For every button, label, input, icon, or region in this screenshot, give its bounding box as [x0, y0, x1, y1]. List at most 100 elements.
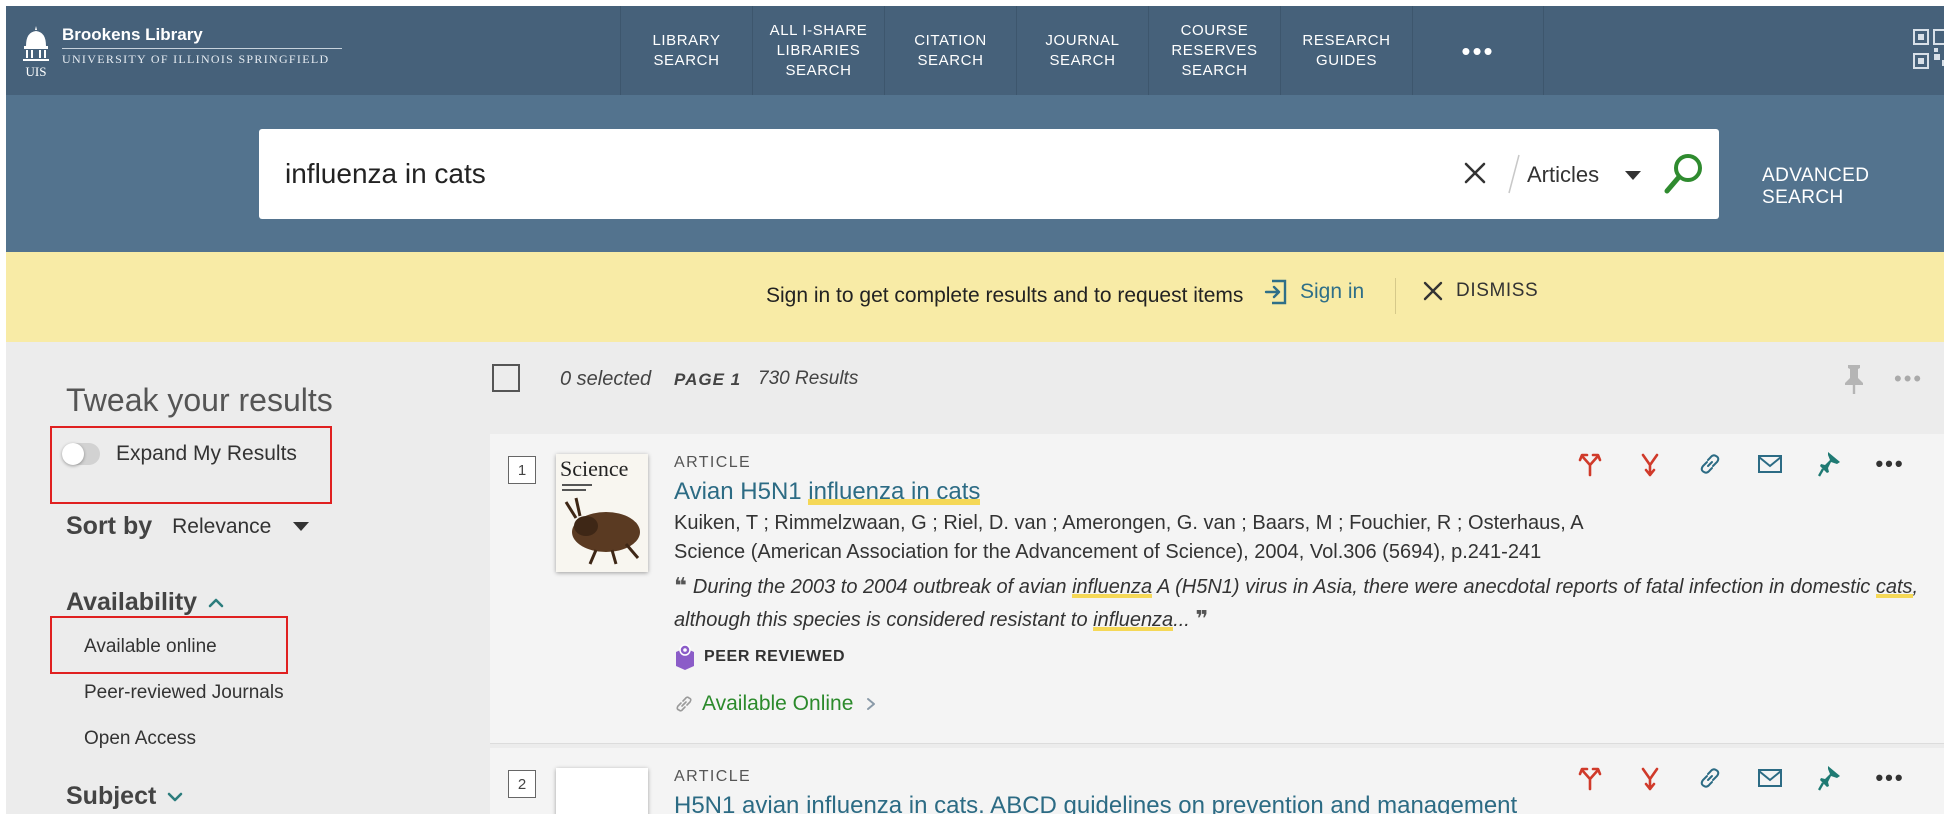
result-more-button[interactable]: ••• — [1860, 448, 1920, 480]
nav-journal-search[interactable]: JOURNAL SEARCH — [1016, 6, 1148, 95]
abstract-highlight: influenza — [1072, 576, 1153, 598]
results-toolbar: 0 selected PAGE 1 730 Results ••• — [484, 342, 1944, 412]
cover-title: Science — [560, 456, 628, 481]
abstract-highlight: influenza — [1093, 609, 1174, 631]
nav-library-search[interactable]: LIBRARY SEARCH — [620, 6, 752, 95]
clear-search-icon[interactable] — [1455, 153, 1495, 193]
sidebar-title: Tweak your results — [66, 382, 333, 418]
result-more-button[interactable]: ••• — [1860, 762, 1920, 794]
logo-mark-text: UIS — [26, 64, 47, 78]
facets-sidebar: Tweak your results Expand My Results Sor… — [6, 342, 484, 814]
abstract-text: During the 2003 to 2004 outbreak of avia… — [692, 576, 1073, 598]
sort-by-label: Sort by — [66, 512, 153, 540]
result-abstract: ❝ During the 2003 to 2004 outbreak of avi… — [674, 570, 1924, 636]
result-title-link[interactable]: Avian H5N1 influenza in cats — [674, 478, 1924, 506]
abstract-highlight: cats — [1875, 576, 1913, 598]
sign-in-icon — [1264, 279, 1287, 305]
email-icon — [1758, 455, 1782, 473]
nav-citation-search[interactable]: CITATION SEARCH — [884, 6, 1016, 95]
sort-by-dropdown[interactable]: Relevance — [172, 515, 271, 539]
search-divider — [1508, 154, 1520, 194]
banner-message: Sign in to get complete results and to r… — [766, 284, 1244, 307]
result-actions: ••• — [1560, 448, 1920, 480]
pin-icon — [1818, 766, 1840, 791]
pin-button[interactable] — [1800, 448, 1860, 480]
peer-reviewed-badge: PEER REVIEWED — [674, 644, 1924, 670]
citing-button[interactable] — [1620, 762, 1680, 794]
open-quote-icon: ❝ — [674, 573, 687, 598]
nav-more-button[interactable]: ••• — [1412, 6, 1544, 95]
facet-peer-reviewed-journals[interactable]: Peer-reviewed Journals — [84, 682, 284, 704]
subject-label: Subject — [66, 782, 157, 810]
chevron-down-icon — [167, 792, 183, 801]
email-icon — [1758, 769, 1782, 787]
top-navigation-bar: UIS Brookens Library UNIVERSITY OF ILLIN… — [6, 6, 1944, 95]
chevron-down-icon — [1625, 170, 1642, 180]
result-thumbnail[interactable]: Science — [556, 454, 648, 572]
result-item[interactable]: 1 Science ARTICLE Avian H5N1 influenza i… — [490, 434, 1944, 744]
result-actions: ••• — [1560, 762, 1920, 794]
citing-button[interactable] — [1620, 448, 1680, 480]
result-item[interactable]: 2 ARTICLE H5N1 avian influenza in cats. … — [490, 748, 1944, 814]
peer-reviewed-label: PEER REVIEWED — [704, 648, 846, 665]
library-logo[interactable]: UIS Brookens Library UNIVERSITY OF ILLIN… — [20, 24, 342, 78]
pin-button[interactable] — [1800, 762, 1860, 794]
citation-trail-in-icon — [1641, 767, 1659, 791]
cited-by-button[interactable] — [1560, 762, 1620, 794]
search-icon[interactable] — [1659, 149, 1709, 199]
qr-code-icon[interactable] — [1912, 28, 1944, 72]
main-nav: LIBRARY SEARCH ALL I-SHARE LIBRARIES SEA… — [620, 6, 1544, 95]
chevron-up-icon — [208, 598, 224, 607]
close-icon — [1423, 281, 1443, 301]
email-button[interactable] — [1740, 448, 1800, 480]
results-panel: 0 selected PAGE 1 730 Results ••• 1 Scie… — [484, 342, 1944, 814]
availability-facet-header[interactable]: Availability — [66, 588, 225, 617]
results-count: 730 Results — [758, 368, 859, 389]
result-number[interactable]: 1 — [508, 456, 536, 484]
sign-in-label: Sign in — [1300, 280, 1365, 303]
permalink-button[interactable] — [1680, 448, 1740, 480]
pin-icon[interactable] — [1840, 362, 1868, 396]
dismiss-label: DISMISS — [1456, 280, 1539, 301]
subject-facet-header[interactable]: Subject — [66, 782, 184, 811]
search-band: Articles ADVANCED SEARCH — [6, 95, 1944, 252]
search-box: Articles — [259, 129, 1719, 219]
email-button[interactable] — [1740, 762, 1800, 794]
sign-in-button[interactable]: Sign in — [1264, 278, 1364, 306]
nav-research-guides[interactable]: RESEARCH GUIDES — [1280, 6, 1412, 95]
result-thumbnail[interactable] — [556, 768, 648, 814]
result-content: ARTICLE Avian H5N1 influenza in cats Kui… — [674, 454, 1924, 716]
availability-label: Availability — [66, 588, 198, 616]
library-name: Brookens Library — [62, 25, 203, 44]
chevron-right-icon — [867, 698, 876, 710]
result-title-link[interactable]: H5N1 avian influenza in cats. ABCD guide… — [674, 792, 1924, 814]
dismiss-button[interactable]: DISMISS — [1422, 280, 1538, 302]
advanced-search-link[interactable]: ADVANCED SEARCH — [1762, 165, 1944, 209]
pin-icon — [1818, 452, 1840, 477]
capitol-dome-icon: UIS — [23, 26, 49, 78]
result-number[interactable]: 2 — [508, 770, 536, 798]
abstract-text: A (H5N1) virus in Asia, there were anecd… — [1152, 576, 1876, 598]
expand-results-toggle[interactable]: Expand My Results — [62, 442, 297, 466]
link-icon — [1700, 454, 1720, 474]
search-scope-dropdown[interactable]: Articles — [1527, 155, 1642, 195]
cited-by-button[interactable] — [1560, 448, 1620, 480]
chevron-down-icon[interactable] — [293, 522, 310, 531]
link-icon — [676, 696, 692, 712]
permalink-button[interactable] — [1680, 762, 1740, 794]
search-input[interactable] — [285, 151, 1435, 197]
facet-open-access[interactable]: Open Access — [84, 728, 196, 750]
citation-trail-out-icon — [1578, 767, 1602, 791]
toggle-switch[interactable] — [62, 443, 100, 465]
expand-results-label: Expand My Results — [116, 442, 297, 465]
available-online-link[interactable]: Available Online — [674, 692, 1924, 716]
toolbar-more-button[interactable]: ••• — [1894, 366, 1923, 392]
university-name: UNIVERSITY OF ILLINOIS SPRINGFIELD — [62, 52, 330, 66]
search-scope-value: Articles — [1527, 162, 1600, 187]
availability-label: Available Online — [702, 692, 854, 715]
result-authors: Kuiken, T ; Rimmelzwaan, G ; Riel, D. va… — [674, 512, 1584, 534]
select-all-checkbox[interactable] — [492, 364, 520, 392]
nav-course-reserves-search[interactable]: COURSE RESERVES SEARCH — [1148, 6, 1280, 95]
nav-all-i-share-libraries-search[interactable]: ALL I-SHARE LIBRARIES SEARCH — [752, 6, 884, 95]
facet-available-online[interactable]: Available online — [84, 636, 217, 658]
